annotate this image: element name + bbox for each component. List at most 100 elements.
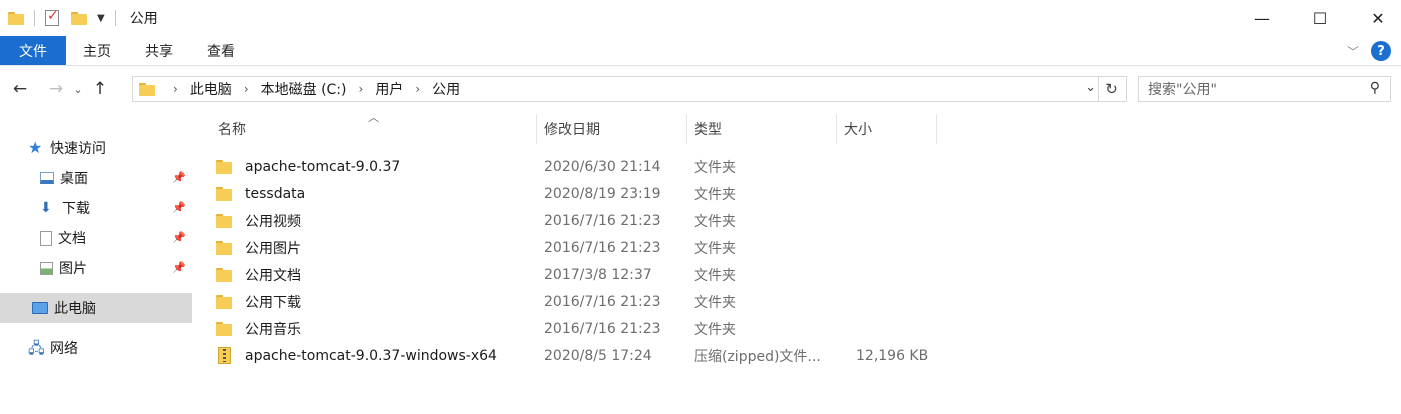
file-row[interactable]: 公用音乐 2016/7/16 21:23 文件夹 xyxy=(216,315,946,342)
column-divider[interactable] xyxy=(936,114,937,144)
file-row[interactable]: apache-tomcat-9.0.37 2020/6/30 21:14 文件夹 xyxy=(216,153,946,180)
file-date: 2020/8/19 23:19 xyxy=(544,185,661,202)
pictures-icon xyxy=(40,261,53,275)
sidebar-item-label: 此电脑 xyxy=(54,301,96,317)
file-size: 12,196 KB xyxy=(856,347,929,364)
window-title: 公用 xyxy=(129,11,158,27)
search-input[interactable]: 搜索"公用" ⚲ xyxy=(1138,76,1391,102)
sidebar-item-network[interactable]: 🖧 网络 xyxy=(28,333,192,363)
file-type: 文件夹 xyxy=(694,321,736,338)
address-bar[interactable]: › 此电脑 › 本地磁盘 (C:) › 用户 › 公用 ⌄ ↻ xyxy=(132,76,1127,102)
address-dropdown-chevron-icon[interactable]: ⌄ xyxy=(1085,80,1096,95)
sidebar-item-label: 网络 xyxy=(50,341,78,357)
file-type: 文件夹 xyxy=(694,159,736,176)
search-icon[interactable]: ⚲ xyxy=(1370,80,1380,96)
file-name: apache-tomcat-9.0.37 xyxy=(245,158,401,175)
file-type: 文件夹 xyxy=(694,213,736,230)
network-icon: 🖧 xyxy=(28,339,45,357)
file-date: 2016/7/16 21:23 xyxy=(544,293,661,310)
sidebar-item-downloads[interactable]: ⬇ 下载 📌 xyxy=(40,193,192,223)
close-button[interactable]: ✕ xyxy=(1355,0,1401,36)
title-bar: ▼ 公用 — ☐ ✕ xyxy=(0,0,1401,36)
file-row[interactable]: tessdata 2020/8/19 23:19 文件夹 xyxy=(216,180,946,207)
breadcrumb-local-disk[interactable]: 本地磁盘 (C:) xyxy=(261,79,347,99)
properties-icon[interactable] xyxy=(45,8,59,26)
sidebar-item-desktop[interactable]: 桌面 📌 xyxy=(40,163,192,193)
file-name: 公用音乐 xyxy=(245,321,301,338)
search-placeholder: 搜索"公用" xyxy=(1148,82,1217,98)
folder-icon xyxy=(216,240,232,255)
file-row[interactable]: apache-tomcat-9.0.37-windows-x64 2020/8/… xyxy=(216,342,946,369)
file-type: 文件夹 xyxy=(694,294,736,311)
refresh-icon[interactable]: ↻ xyxy=(1098,77,1124,101)
tab-home[interactable]: 主页 xyxy=(66,36,128,65)
breadcrumb-separator-icon[interactable]: › xyxy=(244,82,249,96)
pin-icon[interactable]: 📌 xyxy=(172,261,186,274)
sidebar-item-label: 快速访问 xyxy=(50,141,106,157)
file-date: 2016/7/16 21:23 xyxy=(544,212,661,229)
folder-icon xyxy=(216,294,232,309)
folder-icon xyxy=(8,11,24,25)
breadcrumb-separator-icon[interactable]: › xyxy=(359,82,364,96)
tab-file[interactable]: 文件 xyxy=(0,36,66,65)
file-name: 公用视频 xyxy=(245,213,301,230)
sidebar-item-label: 下载 xyxy=(62,201,90,217)
recent-locations-chevron-icon[interactable]: ⌄ xyxy=(70,83,86,96)
back-arrow-icon[interactable]: ← xyxy=(6,79,34,99)
new-folder-icon[interactable] xyxy=(71,11,87,25)
column-divider[interactable] xyxy=(836,114,837,144)
computer-icon xyxy=(32,302,48,314)
file-row[interactable]: 公用文档 2017/3/8 12:37 文件夹 xyxy=(216,261,946,288)
up-arrow-icon[interactable]: ↑ xyxy=(86,79,114,99)
sidebar-item-label: 桌面 xyxy=(60,171,88,187)
file-date: 2020/8/5 17:24 xyxy=(544,347,652,364)
desktop-icon xyxy=(40,172,54,184)
navigation-bar: ← → ⌄ ↑ › 此电脑 › 本地磁盘 (C:) › 用户 › 公用 ⌄ ↻ … xyxy=(0,70,1401,108)
file-date: 2016/7/16 21:23 xyxy=(544,239,661,256)
file-date: 2016/7/16 21:23 xyxy=(544,320,661,337)
folder-icon xyxy=(216,213,232,228)
file-name: 公用文档 xyxy=(245,267,301,284)
sidebar-item-pictures[interactable]: 图片 📌 xyxy=(40,253,192,283)
expand-ribbon-chevron-icon[interactable]: ﹀ xyxy=(1347,43,1359,60)
breadcrumb-public[interactable]: 公用 xyxy=(432,79,460,99)
column-header-type[interactable]: 类型 xyxy=(694,114,834,144)
file-name: tessdata xyxy=(245,185,306,202)
file-type: 文件夹 xyxy=(694,186,736,203)
forward-arrow-icon[interactable]: → xyxy=(42,79,70,99)
ribbon-tabs: 文件 主页 共享 查看 ﹀ ? xyxy=(0,36,1401,66)
column-divider[interactable] xyxy=(686,114,687,144)
column-header-name[interactable]: 名称 xyxy=(218,114,536,144)
pin-icon[interactable]: 📌 xyxy=(172,171,186,184)
divider xyxy=(34,10,35,26)
column-header-size[interactable]: 大小 xyxy=(844,114,936,144)
column-header-date[interactable]: 修改日期 xyxy=(544,114,684,144)
file-date: 2017/3/8 12:37 xyxy=(544,266,652,283)
breadcrumb-separator-icon[interactable]: › xyxy=(415,82,420,96)
breadcrumb-users[interactable]: 用户 xyxy=(375,79,403,99)
tab-share[interactable]: 共享 xyxy=(128,36,190,65)
document-icon xyxy=(40,230,52,246)
file-row[interactable]: 公用下载 2016/7/16 21:23 文件夹 xyxy=(216,288,946,315)
maximize-button[interactable]: ☐ xyxy=(1297,0,1343,36)
sidebar-item-documents[interactable]: 文档 📌 xyxy=(40,223,192,253)
breadcrumb-this-pc[interactable]: 此电脑 xyxy=(190,79,232,99)
help-icon[interactable]: ? xyxy=(1371,41,1391,61)
column-divider[interactable] xyxy=(536,114,537,144)
quick-access-toolbar: ▼ xyxy=(0,8,122,26)
file-type: 文件夹 xyxy=(694,267,736,284)
sidebar-item-this-pc[interactable]: 此电脑 xyxy=(0,293,192,323)
file-row[interactable]: 公用图片 2016/7/16 21:23 文件夹 xyxy=(216,234,946,261)
sidebar-item-quick-access[interactable]: ★ 快速访问 xyxy=(28,133,192,163)
pin-icon[interactable]: 📌 xyxy=(172,201,186,214)
pin-icon[interactable]: 📌 xyxy=(172,231,186,244)
customize-toolbar-chevron-icon[interactable]: ▼ xyxy=(97,13,105,24)
download-icon: ⬇ xyxy=(40,200,52,216)
file-row[interactable]: 公用视频 2016/7/16 21:23 文件夹 xyxy=(216,207,946,234)
tab-view[interactable]: 查看 xyxy=(190,36,252,65)
breadcrumb-separator-icon[interactable]: › xyxy=(173,82,178,96)
folder-icon xyxy=(216,159,232,174)
minimize-button[interactable]: — xyxy=(1239,0,1285,36)
divider xyxy=(114,10,116,26)
folder-icon xyxy=(139,82,155,96)
